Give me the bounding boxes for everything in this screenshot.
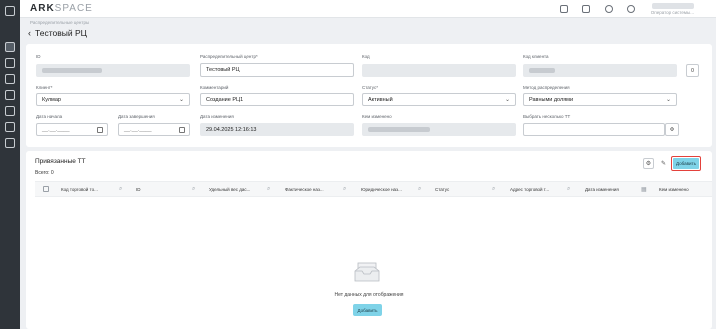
column-header[interactable]: Дата изменения xyxy=(585,187,619,192)
empty-state-text: Нет данных для отображения xyxy=(334,292,404,298)
column-header[interactable]: Статус xyxy=(435,187,449,192)
start-date-input[interactable]: __.__.____ xyxy=(36,123,108,136)
client-code-label: Код клиента xyxy=(523,54,549,59)
user-role: Оператор системы... xyxy=(650,10,694,15)
calendar-icon[interactable] xyxy=(179,127,185,133)
gear-icon[interactable]: ⚙ xyxy=(643,158,654,169)
id-field xyxy=(36,64,190,77)
comment-label: Комментарий xyxy=(200,85,229,90)
select-all-checkbox[interactable] xyxy=(43,186,49,192)
select-tt-input[interactable] xyxy=(523,123,665,136)
user-name-blurred[interactable] xyxy=(652,3,694,9)
dc-name-label: Распределительный центр* xyxy=(200,54,258,59)
client-select[interactable]: Кулмар ⌄ xyxy=(36,93,190,106)
client-label: Клиент* xyxy=(36,85,53,90)
select-tt-label: Выбрать несколько ТТ xyxy=(523,114,571,119)
dist-method-label: Метод распределения xyxy=(523,85,570,90)
chevron-down-icon: ⌄ xyxy=(665,97,671,103)
modified-date-field: 29.04.2025 12:16:13 xyxy=(200,123,354,136)
column-header[interactable]: Фактическое наз... xyxy=(285,187,324,192)
calendar-icon[interactable] xyxy=(97,127,103,133)
details-card: ID Распределительный центр* Тестовый РЦ … xyxy=(26,44,712,147)
column-header[interactable]: Адрес торговой т... xyxy=(510,187,549,192)
edit-icon[interactable]: ✎ xyxy=(658,158,669,169)
add-button[interactable]: Добавить xyxy=(353,304,382,316)
modified-by-label: Кем изменено xyxy=(362,114,392,119)
search-icon[interactable]: ⌕ xyxy=(192,186,195,193)
start-date-label: Дата начала xyxy=(36,114,63,119)
compass-icon[interactable] xyxy=(627,5,635,13)
chevron-down-icon: ⌄ xyxy=(178,97,184,103)
home-icon[interactable] xyxy=(5,42,15,52)
settings-icon[interactable] xyxy=(5,122,15,132)
empty-inbox-icon xyxy=(354,262,380,282)
search-icon[interactable]: ⌕ xyxy=(418,186,421,193)
calendar-icon[interactable]: ▦ xyxy=(641,186,647,193)
copy-icon[interactable] xyxy=(560,5,568,13)
id-label: ID xyxy=(36,54,41,59)
status-label: Статус* xyxy=(362,85,378,90)
status-select[interactable]: Активный ⌄ xyxy=(362,93,516,106)
code-field xyxy=(362,64,516,77)
search-icon[interactable]: ⌕ xyxy=(119,186,122,193)
list-icon[interactable] xyxy=(5,90,15,100)
total-count: Всего: 0 xyxy=(35,170,54,176)
column-header[interactable]: Юридическое наз... xyxy=(361,187,402,192)
select-tt-button[interactable]: Ф xyxy=(665,123,679,136)
code-label: Код xyxy=(362,54,370,59)
end-date-input[interactable]: __.__.____ xyxy=(118,123,190,136)
panel-title: Привязанные ТТ xyxy=(35,158,86,165)
column-header[interactable]: Кем изменено xyxy=(659,187,689,192)
search-icon[interactable]: ⌕ xyxy=(567,186,570,193)
app-logo[interactable]: ARKSPACE xyxy=(30,3,93,14)
page-title: ‹ Тестовый РЦ xyxy=(28,28,87,38)
report-icon[interactable] xyxy=(5,138,15,148)
client-code-field xyxy=(523,64,677,77)
menu-icon[interactable] xyxy=(5,6,15,16)
chart-icon[interactable] xyxy=(5,106,15,116)
dc-name-input[interactable]: Тестовый РЦ xyxy=(200,63,354,77)
docs-icon[interactable] xyxy=(5,58,15,68)
comment-input[interactable]: Создание РЦ1 xyxy=(200,93,354,106)
linked-tt-panel: Привязанные ТТ Всего: 0 ⚙ ✎ Добавить Код… xyxy=(26,151,712,329)
back-arrow-icon[interactable]: ‹ xyxy=(28,28,31,38)
column-header[interactable]: ID xyxy=(136,187,141,192)
search-icon[interactable]: ⌕ xyxy=(267,186,270,193)
dist-method-select[interactable]: Равными долями ⌄ xyxy=(523,93,677,106)
top-header: ARKSPACE Оператор системы... xyxy=(20,0,716,18)
column-header[interactable]: Код торговой то... xyxy=(61,187,98,192)
table-header: Код торговой то... ⌕ ID ⌕ Удельный вес д… xyxy=(35,181,712,197)
bell-icon[interactable] xyxy=(605,5,613,13)
column-header[interactable]: Удельный вес дас... xyxy=(209,187,250,192)
left-sidebar xyxy=(0,0,20,329)
add-button-highlighted[interactable]: Добавить xyxy=(671,156,701,171)
modified-date-label: Дата изменения xyxy=(200,114,234,119)
store-icon[interactable] xyxy=(5,74,15,84)
chevron-down-icon: ⌄ xyxy=(504,97,510,103)
search-icon[interactable]: ⌕ xyxy=(343,186,346,193)
client-code-button[interactable]: 0 xyxy=(686,64,699,77)
grid-icon[interactable] xyxy=(582,5,590,13)
breadcrumb[interactable]: Распределительные центры xyxy=(30,20,89,25)
modified-by-field xyxy=(362,123,516,136)
end-date-label: Дата завершения xyxy=(118,114,155,119)
search-icon[interactable]: ⌕ xyxy=(492,186,495,193)
